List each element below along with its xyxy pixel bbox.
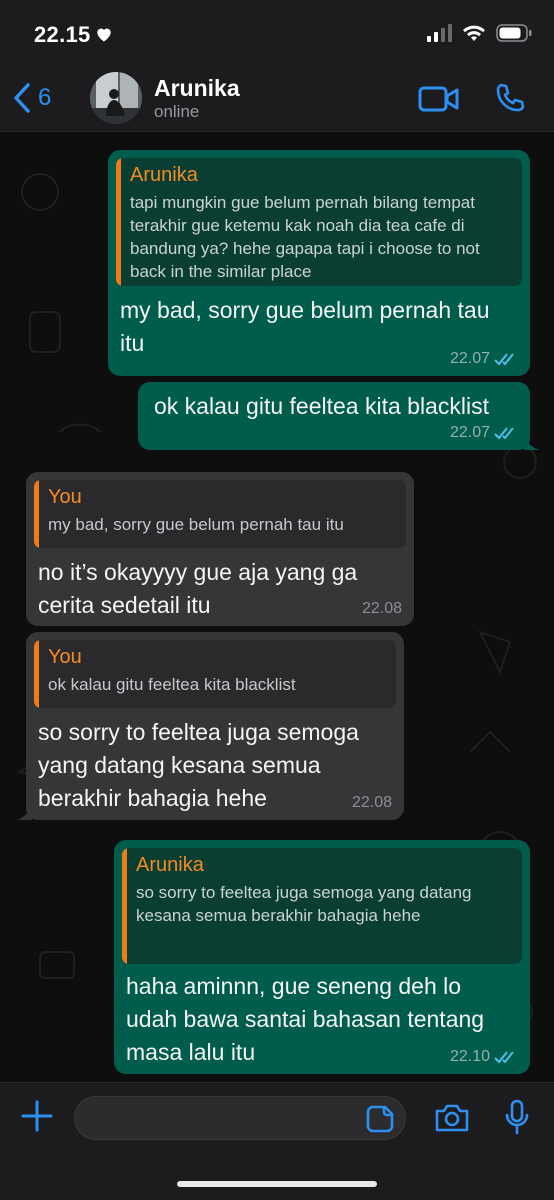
message-bubble-incoming[interactable]: You ok kalau gitu feeltea kita blacklist… (16, 632, 404, 820)
video-call-icon[interactable] (418, 84, 460, 114)
unread-count: 6 (38, 84, 52, 111)
back-chevron-icon (14, 83, 30, 113)
quoted-message[interactable]: You ok kalau gitu feeltea kita blacklist (34, 640, 396, 708)
message-bubble-outgoing[interactable]: ok kalau gitu feeltea kita blacklist 22.… (138, 382, 540, 450)
quoted-message[interactable]: You my bad, sorry gue belum pernah tau i… (34, 480, 406, 548)
wifi-icon (463, 25, 485, 41)
back-button[interactable]: 6 (12, 82, 51, 114)
message-meta: 22.08 (362, 600, 402, 618)
read-ticks-icon (494, 1051, 514, 1064)
message-time: 22.08 (351, 794, 392, 811)
heart-icon (97, 28, 111, 42)
status-icons (426, 24, 532, 42)
message-time: 22.10 (449, 1048, 490, 1065)
plus-icon[interactable] (20, 1099, 54, 1133)
message-bubble-incoming[interactable]: You my bad, sorry gue belum pernah tau i… (26, 472, 414, 626)
quote-text: tapi mungkin gue belum pernah bilang tem… (130, 193, 480, 281)
message-time: 22.07 (449, 424, 490, 441)
avatar-image (90, 72, 142, 124)
read-ticks-icon (494, 427, 514, 440)
message-time: 22.08 (361, 600, 402, 617)
quote-text: so sorry to feeltea juga semoga yang dat… (136, 883, 472, 925)
home-indicator[interactable] (177, 1181, 377, 1187)
quote-text: ok kalau gitu feeltea kita blacklist (48, 675, 296, 694)
sticker-icon[interactable] (366, 1105, 394, 1133)
battery-icon (496, 24, 532, 42)
chat-area[interactable]: Arunika tapi mungkin gue belum pernah bi… (0, 132, 554, 1082)
message-meta: 22.10 (450, 1048, 518, 1066)
phone-call-icon[interactable] (494, 82, 526, 114)
quote-text: my bad, sorry gue belum pernah tau itu (48, 515, 344, 534)
quote-author: You (48, 646, 82, 668)
status-bar: 22.15 (0, 0, 554, 66)
contact-status: online (154, 102, 200, 121)
status-time: 22.15 (34, 22, 91, 47)
bubble-tail (16, 804, 32, 820)
chat-header: 6 Arunika online (0, 66, 554, 132)
message-meta: 22.07 (450, 424, 518, 442)
message-meta: 22.08 (352, 794, 392, 812)
quote-author: Arunika (136, 854, 204, 876)
bubble-tail (524, 434, 540, 450)
message-bubble-outgoing[interactable]: Arunika tapi mungkin gue belum pernah bi… (108, 150, 530, 376)
message-meta: 22.07 (450, 350, 518, 368)
message-time: 22.07 (449, 350, 490, 367)
message-text: so sorry to feeltea juga semoga yang dat… (38, 719, 359, 811)
quote-author: You (48, 486, 82, 508)
read-ticks-icon (494, 353, 514, 366)
camera-icon[interactable] (434, 1103, 470, 1133)
message-text: my bad, sorry gue belum pernah tau itu (120, 297, 490, 356)
contact-name[interactable]: Arunika (154, 75, 240, 102)
quote-author: Arunika (130, 164, 198, 186)
message-input[interactable] (74, 1096, 406, 1140)
message-text: ok kalau gitu feeltea kita blacklist (154, 393, 489, 419)
microphone-icon[interactable] (504, 1099, 530, 1135)
message-text: no it’s okayyyy gue aja yang ga cerita s… (38, 559, 358, 618)
quoted-message[interactable]: Arunika tapi mungkin gue belum pernah bi… (116, 158, 522, 286)
avatar[interactable] (90, 72, 142, 124)
signal-icon (427, 24, 452, 42)
message-bubble-outgoing[interactable]: Arunika so sorry to feeltea juga semoga … (114, 840, 530, 1074)
quoted-message[interactable]: Arunika so sorry to feeltea juga semoga … (122, 848, 522, 964)
